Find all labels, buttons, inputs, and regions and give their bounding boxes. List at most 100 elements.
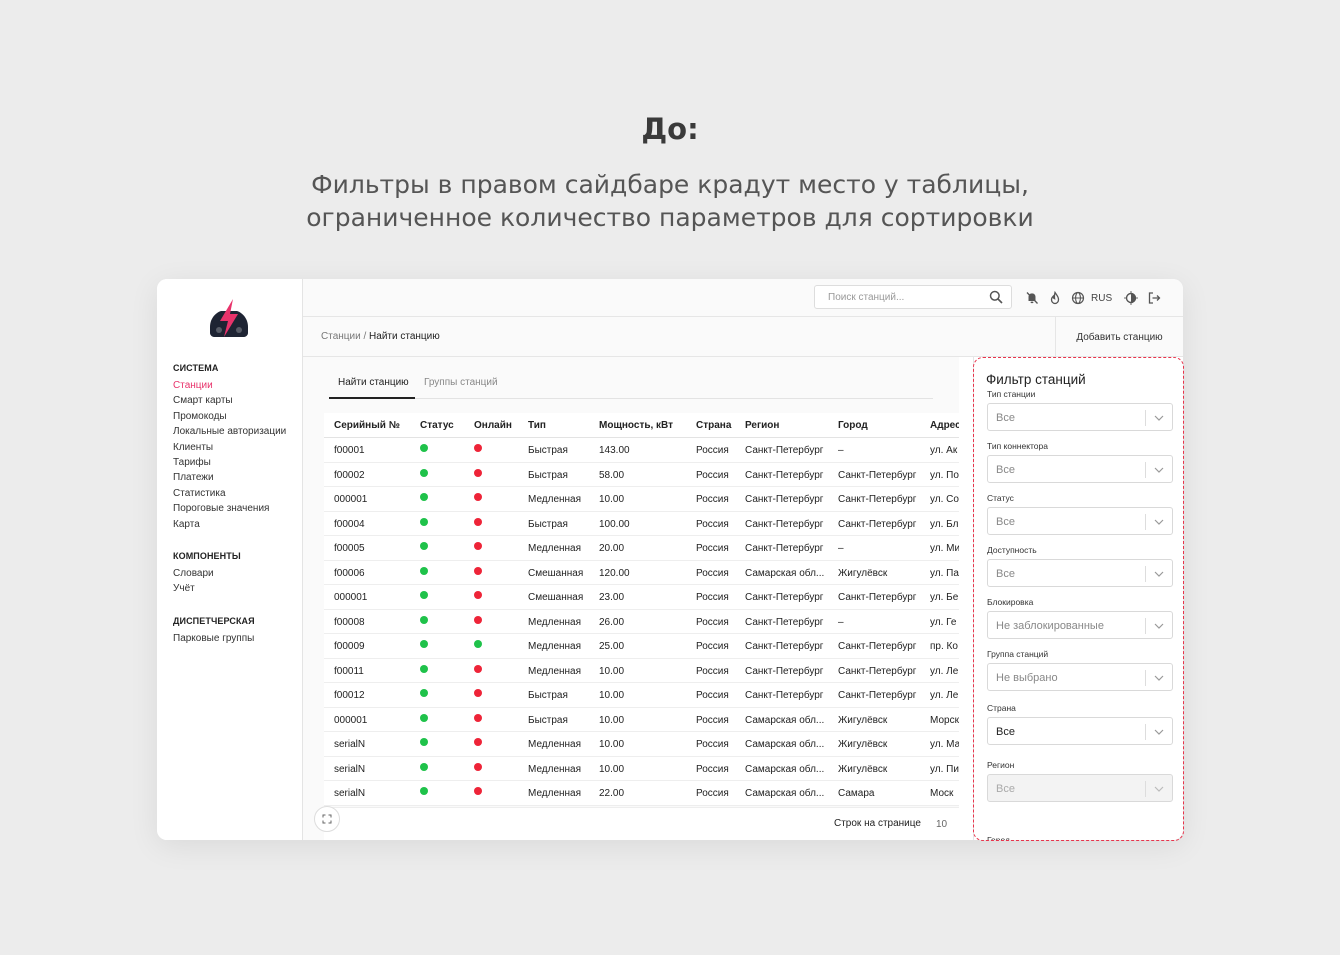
sidebar-item-clients[interactable]: Клиенты: [173, 440, 286, 455]
chevron-down-icon[interactable]: [1154, 674, 1164, 682]
column-header[interactable]: Онлайн: [474, 420, 512, 431]
chevron-down-icon[interactable]: [1154, 728, 1164, 736]
table-row[interactable]: serialN Медленная 10.00 Россия Самарская обл…: [324, 757, 959, 781]
sidebar-item-dictionaries[interactable]: Словари: [173, 566, 241, 581]
tab-station-groups[interactable]: Группы станций: [424, 377, 498, 388]
type-cell: Медленная: [528, 641, 582, 652]
power-cell: 10.00: [599, 763, 625, 775]
globe-icon[interactable]: [1071, 291, 1085, 305]
tab-find-station[interactable]: Найти станцию: [338, 377, 409, 388]
column-header[interactable]: Город: [838, 420, 868, 431]
status-indicator-green: [420, 713, 428, 722]
region-cell: Санкт-Петербург: [745, 469, 824, 481]
column-header[interactable]: Страна: [696, 420, 731, 431]
chevron-down-icon[interactable]: [1154, 622, 1164, 630]
chevron-down-icon[interactable]: [1154, 518, 1164, 526]
table-row[interactable]: f00001 Быстрая 143.00 Россия Санкт-Петербург…: [324, 438, 959, 463]
filter-select[interactable]: Все: [987, 455, 1173, 483]
city-cell: –: [838, 543, 844, 554]
status-indicator-green: [420, 640, 428, 648]
chevron-down-icon[interactable]: [1154, 466, 1164, 474]
topbar: Поиск станций... RUS: [303, 279, 1183, 317]
table-row[interactable]: 000001 Быстрая 10.00 Россия Самарская обл...…: [324, 708, 959, 732]
power-cell: 10.00: [599, 739, 625, 750]
sidebar-item-park-groups[interactable]: Парковые группы: [173, 631, 255, 646]
language-switcher[interactable]: RUS: [1091, 293, 1112, 304]
table-row[interactable]: f00002 Быстрая 58.00 Россия Санкт-Петербург С…: [324, 463, 959, 487]
expand-button[interactable]: [314, 806, 340, 832]
sidebar-item-tariffs[interactable]: Тарифы: [173, 455, 286, 470]
online-indicator-red: [474, 689, 482, 697]
table-row[interactable]: 000001 Смешанная 23.00 Россия Санкт-Петербур…: [324, 585, 959, 610]
type-cell: Медленная: [528, 788, 582, 799]
table-row[interactable]: f00004 Быстрая 100.00 Россия Санкт-Петербург…: [324, 512, 959, 536]
filter-label: Статус: [987, 493, 1014, 503]
power-cell: 22.00: [599, 788, 625, 799]
online-cell: [474, 591, 482, 602]
filter-select[interactable]: Не заблокированные: [987, 611, 1173, 639]
table-row[interactable]: f00011 Медленная 10.00 Россия Санкт-Петербур…: [324, 659, 959, 683]
breadcrumb-separator: /: [363, 331, 367, 342]
chevron-down-icon[interactable]: [1154, 570, 1164, 578]
table-row[interactable]: serialN Медленная 22.00 Россия Самарская обл…: [324, 781, 959, 806]
power-cell: 20.00: [599, 543, 625, 554]
country-cell: Россия: [696, 518, 729, 530]
region-cell: Санкт-Петербург: [745, 494, 824, 505]
add-station-button[interactable]: Добавить станцию: [1055, 317, 1183, 357]
filter-select-value: Все: [996, 412, 1015, 424]
filter-select[interactable]: Все: [987, 507, 1173, 535]
table-row[interactable]: f00006 Смешанная 120.00 Россия Самарская обл…: [324, 561, 959, 585]
sidebar-item-accounting[interactable]: Учёт: [173, 581, 241, 596]
region-cell: Самарская обл...: [745, 567, 825, 579]
column-header[interactable]: Мощность, кВт: [599, 420, 673, 431]
country-cell: Россия: [696, 445, 729, 456]
breadcrumb-parent[interactable]: Станции: [321, 331, 361, 342]
rows-per-page-select[interactable]: 10: [936, 819, 947, 830]
column-header[interactable]: Статус: [420, 420, 454, 431]
table-row[interactable]: f00008 Медленная 26.00 Россия Санкт-Петербур…: [324, 610, 959, 634]
filter-select[interactable]: Все: [987, 403, 1173, 431]
column-header[interactable]: Регион: [745, 420, 779, 431]
fire-icon[interactable]: [1048, 291, 1062, 305]
table-row[interactable]: f00005 Медленная 20.00 Россия Санкт-Петербур…: [324, 536, 959, 561]
address-cell: ул. Пи: [930, 763, 959, 775]
stations-table: Серийный № Статус Онлайн Тип Мощность, кВт Ст…: [324, 413, 959, 806]
sidebar-item-stations[interactable]: Станции: [173, 378, 286, 393]
chevron-down-icon[interactable]: [1154, 414, 1164, 422]
status-cell: [420, 517, 428, 529]
sidebar-item-payments[interactable]: Платежи: [173, 470, 286, 485]
chevron-down-icon[interactable]: [1154, 785, 1164, 793]
bell-off-icon[interactable]: [1025, 291, 1039, 305]
rows-per-page-label: Строк на странице: [834, 818, 921, 829]
filter-select[interactable]: Не выбрано: [987, 663, 1173, 691]
sidebar-item-promocodes[interactable]: Промокоды: [173, 409, 286, 424]
table-row[interactable]: serialN Медленная 10.00 Россия Самарская обл…: [324, 732, 959, 757]
filter-select[interactable]: Все: [987, 559, 1173, 587]
status-indicator-green: [420, 591, 428, 599]
sidebar-item-thresholds[interactable]: Пороговые значения: [173, 501, 286, 516]
country-cell: Россия: [696, 763, 729, 775]
serial-cell: serialN: [334, 788, 366, 799]
column-header[interactable]: Серийный №: [334, 420, 400, 431]
theme-toggle-icon[interactable]: [1124, 291, 1138, 305]
column-header[interactable]: Адрес: [930, 420, 959, 431]
status-indicator-green: [420, 542, 428, 550]
table-row[interactable]: f00009 Медленная 25.00 Россия Санкт-Петербур…: [324, 634, 959, 659]
search-icon[interactable]: [989, 290, 1003, 304]
address-cell: Морск: [930, 714, 959, 726]
logout-icon[interactable]: [1147, 291, 1161, 305]
power-cell: 23.00: [599, 592, 625, 603]
sidebar-item-smart-cards[interactable]: Смарт карты: [173, 393, 286, 408]
table-row[interactable]: f00012 Быстрая 10.00 Россия Санкт-Петербург С…: [324, 683, 959, 708]
sidebar-item-statistics[interactable]: Статистика: [173, 486, 286, 501]
filter-select-value: Все: [996, 783, 1015, 795]
search-input[interactable]: Поиск станций...: [814, 285, 1012, 309]
logo-icon[interactable]: [205, 297, 253, 339]
serial-cell: f00005: [334, 543, 365, 554]
sidebar-item-local-auth[interactable]: Локальные авторизации: [173, 424, 286, 439]
filter-select[interactable]: Все: [987, 717, 1173, 745]
table-row[interactable]: 000001 Медленная 10.00 Россия Санкт-Петербур…: [324, 487, 959, 512]
sidebar-item-map[interactable]: Карта: [173, 517, 286, 532]
column-header[interactable]: Тип: [528, 420, 546, 431]
type-cell: Быстрая: [528, 690, 568, 701]
